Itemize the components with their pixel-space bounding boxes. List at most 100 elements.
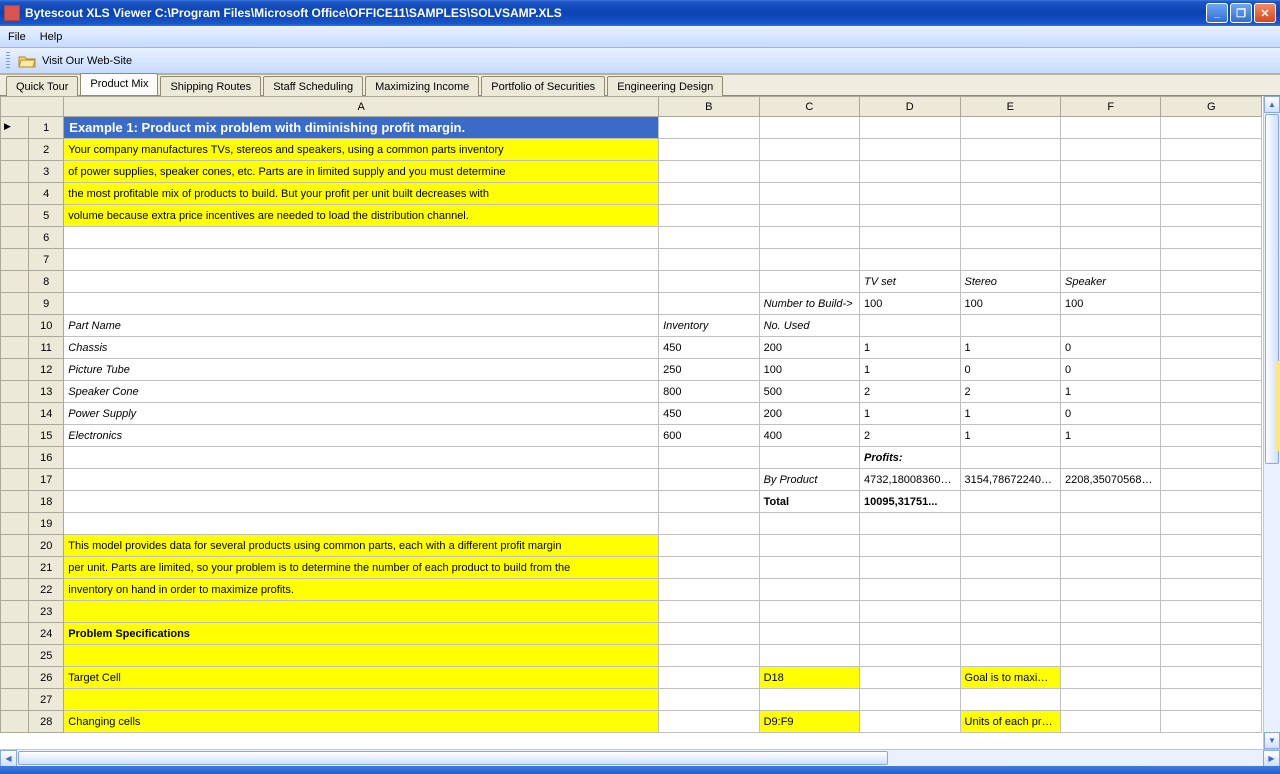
tab-portfolio-of-securities[interactable]: Portfolio of Securities xyxy=(481,76,605,96)
tab-staff-scheduling[interactable]: Staff Scheduling xyxy=(263,76,363,96)
cell[interactable]: Your company manufactures TVs, stereos a… xyxy=(64,139,659,161)
cell[interactable]: Changing cells xyxy=(64,711,659,733)
col-D[interactable]: D xyxy=(860,97,960,117)
row-header[interactable]: 3 xyxy=(29,161,64,183)
row-header[interactable]: 7 xyxy=(29,249,64,271)
cell[interactable]: 400 xyxy=(759,425,859,447)
col-F[interactable]: F xyxy=(1060,97,1160,117)
cell[interactable]: 100 xyxy=(759,359,859,381)
cell[interactable]: 450 xyxy=(659,337,759,359)
cell[interactable]: 2 xyxy=(960,381,1060,403)
cell[interactable]: 3154,786722400... xyxy=(960,469,1060,491)
cell[interactable]: 1 xyxy=(1060,425,1160,447)
row-7[interactable]: 7 xyxy=(1,249,1262,271)
row-18[interactable]: 18Total10095,31751... xyxy=(1,491,1262,513)
tab-engineering-design[interactable]: Engineering Design xyxy=(607,76,723,96)
row-13[interactable]: 13Speaker Cone800500221 xyxy=(1,381,1262,403)
cell[interactable]: Inventory xyxy=(659,315,759,337)
cell[interactable]: 500 xyxy=(759,381,859,403)
spreadsheet-grid[interactable]: A B C D E F G 1Example 1: Product mix pr… xyxy=(0,96,1280,749)
tab-maximizing-income[interactable]: Maximizing Income xyxy=(365,76,479,96)
cell[interactable]: 100 xyxy=(960,293,1060,315)
scroll-up-icon[interactable]: ▲ xyxy=(1264,96,1280,113)
cell[interactable]: 450 xyxy=(659,403,759,425)
folder-open-icon[interactable] xyxy=(18,53,36,69)
cell[interactable]: the most profitable mix of products to b… xyxy=(64,183,659,205)
cell[interactable]: D9:F9 xyxy=(759,711,859,733)
cell[interactable]: 100 xyxy=(860,293,960,315)
row-9[interactable]: 9Number to Build->100100100 xyxy=(1,293,1262,315)
cell[interactable]: D18 xyxy=(759,667,859,689)
menu-help[interactable]: Help xyxy=(40,31,63,43)
row-8[interactable]: 8TV setStereoSpeaker xyxy=(1,271,1262,293)
cell[interactable]: 0 xyxy=(960,359,1060,381)
cell[interactable]: This model provides data for several pro… xyxy=(64,535,659,557)
menu-file[interactable]: File xyxy=(8,31,26,43)
row-19[interactable]: 19 xyxy=(1,513,1262,535)
scroll-right-icon[interactable]: ▶ xyxy=(1263,750,1280,767)
cell[interactable]: 200 xyxy=(759,337,859,359)
cell[interactable]: Electronics xyxy=(64,425,659,447)
cell[interactable]: per unit. Parts are limited, so your pro… xyxy=(64,557,659,579)
row-header[interactable]: 23 xyxy=(29,601,64,623)
close-button[interactable]: ✕ xyxy=(1254,3,1276,23)
visit-website-button[interactable]: Visit Our Web-Site xyxy=(42,55,132,67)
cell[interactable]: 1 xyxy=(960,337,1060,359)
row-28[interactable]: 28Changing cellsD9:F9Units of each pro..… xyxy=(1,711,1262,733)
row-11[interactable]: 11Chassis450200110 xyxy=(1,337,1262,359)
row-17[interactable]: 17By Product4732,180083601...3154,786722… xyxy=(1,469,1262,491)
row-12[interactable]: 12Picture Tube250100100 xyxy=(1,359,1262,381)
row-20[interactable]: 20This model provides data for several p… xyxy=(1,535,1262,557)
cell[interactable]: Picture Tube xyxy=(64,359,659,381)
row-24[interactable]: 24Problem Specifications xyxy=(1,623,1262,645)
cell[interactable]: Profits: xyxy=(860,447,960,469)
maximize-button[interactable]: ❐ xyxy=(1230,3,1252,23)
row-header[interactable]: 21 xyxy=(29,557,64,579)
row-header[interactable]: 5 xyxy=(29,205,64,227)
col-A[interactable]: A xyxy=(64,97,659,117)
cell[interactable]: By Product xyxy=(759,469,859,491)
cell[interactable]: 1 xyxy=(860,359,960,381)
row-15[interactable]: 15Electronics600400211 xyxy=(1,425,1262,447)
row-6[interactable]: 6 xyxy=(1,227,1262,249)
row-header[interactable]: 2 xyxy=(29,139,64,161)
cell[interactable]: No. Used xyxy=(759,315,859,337)
cell[interactable]: Speaker Cone xyxy=(64,381,659,403)
row-header[interactable]: 19 xyxy=(29,513,64,535)
row-27[interactable]: 27 xyxy=(1,689,1262,711)
row-header[interactable]: 16 xyxy=(29,447,64,469)
cell[interactable]: 250 xyxy=(659,359,759,381)
row-header[interactable]: 1 xyxy=(29,117,64,139)
cell[interactable]: 2 xyxy=(860,425,960,447)
row-header[interactable]: 20 xyxy=(29,535,64,557)
cell[interactable]: 0 xyxy=(1060,337,1160,359)
horizontal-scrollbar[interactable]: ◀ ▶ xyxy=(0,749,1280,766)
cell[interactable]: TV set xyxy=(860,271,960,293)
row-header[interactable]: 22 xyxy=(29,579,64,601)
cell[interactable]: Stereo xyxy=(960,271,1060,293)
cell[interactable]: 10095,31751... xyxy=(860,491,960,513)
row-25[interactable]: 25 xyxy=(1,645,1262,667)
cell[interactable]: volume because extra price incentives ar… xyxy=(64,205,659,227)
hscroll-thumb[interactable] xyxy=(18,751,888,765)
row-1[interactable]: 1Example 1: Product mix problem with dim… xyxy=(1,117,1262,139)
row-header[interactable]: 26 xyxy=(29,667,64,689)
tab-product-mix[interactable]: Product Mix xyxy=(80,73,158,95)
col-C[interactable]: C xyxy=(759,97,859,117)
cell[interactable]: 0 xyxy=(1060,359,1160,381)
cell[interactable]: inventory on hand in order to maximize p… xyxy=(64,579,659,601)
cell[interactable]: 1 xyxy=(960,403,1060,425)
cell[interactable]: Part Name xyxy=(64,315,659,337)
row-16[interactable]: 16 Profits: xyxy=(1,447,1262,469)
cell[interactable]: Problem Specifications xyxy=(64,623,659,645)
row-header[interactable]: 12 xyxy=(29,359,64,381)
row-header[interactable]: 8 xyxy=(29,271,64,293)
cell[interactable]: of power supplies, speaker cones, etc. P… xyxy=(64,161,659,183)
row-2[interactable]: 2Your company manufactures TVs, stereos … xyxy=(1,139,1262,161)
cell[interactable]: Example 1: Product mix problem with dimi… xyxy=(64,117,659,139)
cell[interactable]: Units of each pro... xyxy=(960,711,1060,733)
col-G[interactable]: G xyxy=(1161,97,1262,117)
scroll-left-icon[interactable]: ◀ xyxy=(0,750,17,767)
cell[interactable]: 800 xyxy=(659,381,759,403)
cell[interactable]: 1 xyxy=(860,403,960,425)
